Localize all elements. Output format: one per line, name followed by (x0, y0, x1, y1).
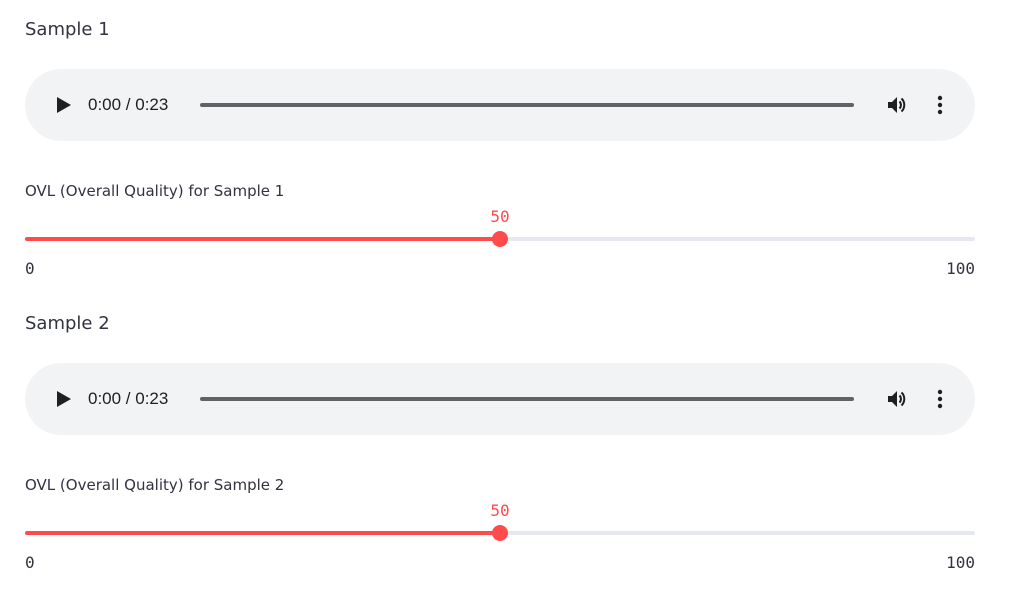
slider-max: 100 (946, 553, 975, 572)
more-vert-icon[interactable] (932, 93, 948, 117)
slider-min: 0 (25, 259, 35, 278)
audio-progress-bar[interactable] (200, 397, 854, 401)
slider-value: 50 (490, 501, 510, 520)
slider-max: 100 (946, 259, 975, 278)
audio-player-1[interactable]: 0:00 / 0:23 (25, 69, 975, 141)
slider-thumb[interactable] (492, 231, 508, 247)
audio-progress-bar[interactable] (200, 103, 854, 107)
audio-time: 0:00 / 0:23 (88, 95, 169, 114)
play-icon[interactable] (55, 96, 73, 114)
audio-player-2[interactable]: 0:00 / 0:23 (25, 363, 975, 435)
slider-fill (25, 531, 500, 535)
play-icon[interactable] (55, 390, 73, 408)
slider-thumb[interactable] (492, 525, 508, 541)
slider-min: 0 (25, 553, 35, 572)
ovl-slider-1[interactable]: 50 0 100 (25, 207, 975, 277)
slider-2-label: OVL (Overall Quality) for Sample 2 (25, 476, 285, 494)
more-vert-icon[interactable] (932, 387, 948, 411)
volume-icon[interactable] (885, 93, 909, 117)
sample-1-title: Sample 1 (25, 19, 110, 40)
volume-icon[interactable] (885, 387, 909, 411)
slider-1-label: OVL (Overall Quality) for Sample 1 (25, 182, 285, 200)
sample-2-title: Sample 2 (25, 313, 110, 334)
ovl-slider-2[interactable]: 50 0 100 (25, 501, 975, 571)
slider-fill (25, 237, 500, 241)
audio-time: 0:00 / 0:23 (88, 389, 169, 408)
slider-value: 50 (490, 207, 510, 226)
